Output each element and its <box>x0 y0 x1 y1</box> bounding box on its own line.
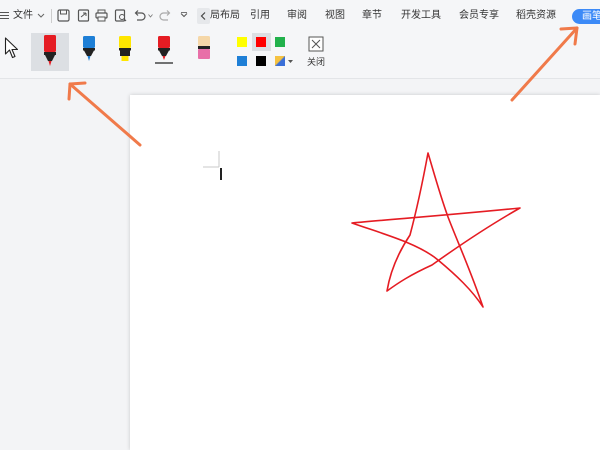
annotation-arrow-up-right <box>510 26 579 102</box>
eraser-icon <box>198 36 210 59</box>
swatch-red-selected-frame[interactable] <box>252 33 271 51</box>
pen-blue-button[interactable] <box>74 33 106 71</box>
yellow-highlighter-icon <box>119 36 131 61</box>
swatch-yellow[interactable] <box>237 37 247 47</box>
red-pen-icon <box>155 36 173 64</box>
print-icon[interactable] <box>95 9 108 22</box>
swatch-more-colors[interactable] <box>275 56 285 66</box>
margin-corner-mark <box>203 151 220 168</box>
undo-dropdown-icon[interactable] <box>148 14 153 18</box>
pen-red-thin-button[interactable] <box>148 33 180 71</box>
tab-view[interactable]: 视图 <box>325 10 345 22</box>
annotation-arrow-up-left <box>67 81 142 147</box>
tab-review[interactable]: 审阅 <box>287 10 307 22</box>
chevron-left-icon <box>200 12 206 20</box>
tab-developer[interactable]: 开发工具 <box>401 10 441 22</box>
chevron-down-icon[interactable] <box>37 13 45 19</box>
swatch-red <box>256 37 266 47</box>
menu-icon[interactable] <box>0 11 9 20</box>
save-icon[interactable] <box>57 9 70 22</box>
preview-icon[interactable] <box>114 9 127 22</box>
tabs-scroll-left-button[interactable] <box>197 8 210 24</box>
cursor-icon[interactable] <box>4 37 19 59</box>
blue-marker-icon <box>83 36 95 61</box>
red-star-drawing <box>351 152 521 308</box>
close-label: 关闭 <box>307 58 326 68</box>
red-marker-icon <box>44 35 56 66</box>
undo-icon[interactable] <box>133 9 147 22</box>
swatch-green[interactable] <box>275 37 285 47</box>
pen-red-button[interactable] <box>31 33 69 71</box>
export-icon[interactable] <box>77 9 90 22</box>
swatch-black[interactable] <box>256 56 266 66</box>
pen-yellow-button[interactable] <box>110 33 142 71</box>
tab-layout[interactable]: 局布局 <box>210 10 240 22</box>
close-icon <box>308 36 324 52</box>
more-colors-dropdown-icon[interactable] <box>288 60 293 64</box>
swatch-blue[interactable] <box>237 56 247 66</box>
redo-icon[interactable] <box>159 9 172 22</box>
menu-divider <box>51 9 52 23</box>
file-menu[interactable]: 文件 <box>13 10 33 22</box>
tab-references[interactable]: 引用 <box>250 10 270 22</box>
text-caret <box>220 168 222 180</box>
tab-section[interactable]: 章节 <box>362 10 382 22</box>
more-icon[interactable] <box>180 12 188 20</box>
eraser-button[interactable] <box>188 33 220 71</box>
tab-member[interactable]: 会员专享 <box>459 10 499 22</box>
